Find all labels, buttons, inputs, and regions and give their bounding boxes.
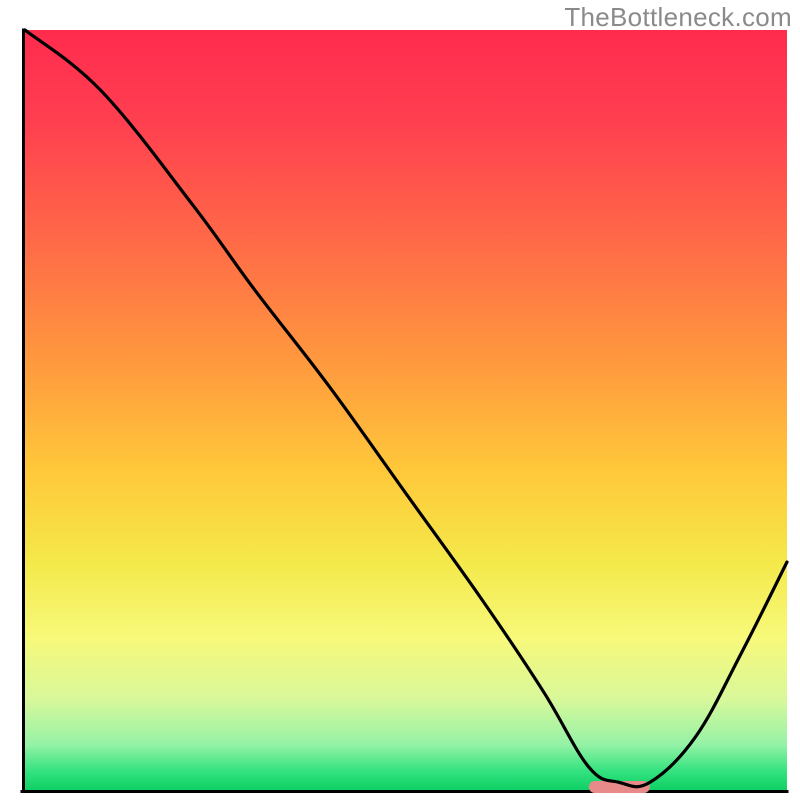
bottleneck-chart	[0, 0, 800, 800]
plot-background	[25, 30, 787, 790]
chart-canvas: TheBottleneck.com	[0, 0, 800, 800]
